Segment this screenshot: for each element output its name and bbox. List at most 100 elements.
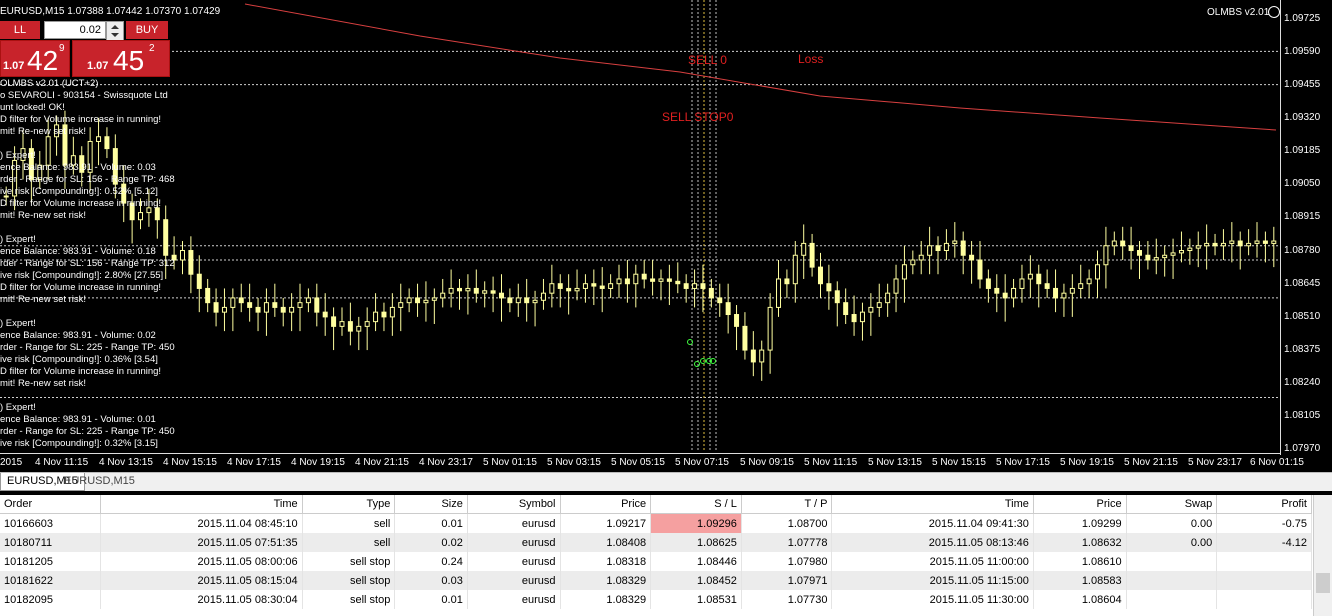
- candlestick: [725, 283, 731, 334]
- candlestick: [507, 288, 513, 313]
- buy-quote-prefix: 1.07: [87, 60, 109, 72]
- column-header[interactable]: Size: [394, 495, 468, 514]
- order-row[interactable]: 10182095 2015.11.05 08:30:04 sell stop 0.01…: [0, 590, 1312, 609]
- candlestick: [255, 297, 261, 332]
- order-row[interactable]: 10181622 2015.11.05 08:15:04 sell stop 0.03…: [0, 571, 1312, 590]
- candlestick: [960, 231, 966, 275]
- order-cell: 2015.11.05 11:00:00: [831, 552, 1034, 571]
- candlestick: [490, 276, 496, 313]
- one-click-trading-panel: LL 0.02 BUY 1.07 42 9 1.07 45 2: [0, 19, 170, 77]
- column-header[interactable]: Price: [560, 495, 652, 514]
- price-tick-label: 1.08240: [1284, 376, 1321, 388]
- ea-comment-line: ive risk [Compounding!]: 0.36% [3.54]: [0, 354, 158, 365]
- candlestick: [792, 241, 798, 303]
- candlestick: [851, 295, 857, 336]
- lot-size-input[interactable]: 0.02: [44, 21, 106, 39]
- ea-comment-line: o SEVAROLI - 903154 - Swissquote Ltd: [0, 90, 168, 101]
- candlestick: [221, 288, 227, 332]
- sell-quote-fraction: 9: [59, 43, 65, 54]
- price-chart[interactable]: [0, 0, 1280, 453]
- candlestick: [868, 293, 874, 336]
- order-cell: 0.01: [394, 590, 468, 609]
- price-tick-label: 1.08645: [1284, 277, 1321, 289]
- order-cell: 2015.11.05 08:00:06: [100, 552, 303, 571]
- sell-quote-button[interactable]: 1.07 42 9: [0, 40, 70, 77]
- candlestick: [624, 260, 630, 303]
- column-header[interactable]: Time: [100, 495, 303, 514]
- trend-line[interactable]: [244, 3, 1277, 131]
- candlestick: [238, 283, 244, 313]
- candlestick: [305, 288, 311, 313]
- ea-comment-line: D filter for Volume increase in running!: [0, 198, 162, 209]
- buy-quote-button[interactable]: 1.07 45 2: [72, 40, 170, 77]
- ea-comment-line: mit! Re-new set risk!: [0, 378, 87, 389]
- candlestick: [1044, 269, 1050, 298]
- candlestick: [1086, 269, 1092, 298]
- trade-marker[interactable]: [700, 358, 706, 364]
- chart-symbol-info: EURUSD,M15 1.07388 1.07442 1.07370 1.074…: [0, 6, 221, 17]
- price-tick-label: 1.09320: [1284, 112, 1321, 124]
- order-cell: 0.02: [394, 533, 468, 552]
- time-tick-label: 5 Nov 19:15: [1060, 457, 1114, 468]
- column-header[interactable]: Time: [831, 495, 1034, 514]
- order-cell: 1.08625: [650, 533, 742, 552]
- candlestick: [373, 293, 379, 332]
- order-cell: 10180711: [0, 533, 102, 552]
- order-row[interactable]: 10180711 2015.11.05 07:51:35 sell 0.02 eurus…: [0, 533, 1312, 552]
- time-tick-label: 5 Nov 23:17: [1188, 457, 1242, 468]
- orders-table: Order Time Type Size Symbol Price S / LT / P Ti…: [0, 495, 1312, 609]
- order-cell: sell stop: [302, 552, 396, 571]
- column-header[interactable]: S / L: [650, 495, 742, 514]
- column-header[interactable]: Swap: [1126, 495, 1218, 514]
- time-tick-label: 2015: [0, 457, 23, 468]
- order-cell: 2015.11.04 08:45:10: [100, 513, 303, 533]
- time-tick-label: 4 Nov 13:15: [99, 457, 153, 468]
- orders-scrollbar[interactable]: [1313, 495, 1332, 616]
- order-cell: -4.12: [1216, 533, 1312, 552]
- candlestick: [457, 278, 463, 310]
- order-cell: eurusd: [467, 552, 561, 571]
- order-cell: [1126, 571, 1218, 590]
- column-header[interactable]: Symbol: [467, 495, 561, 514]
- column-header[interactable]: Price: [1033, 495, 1127, 514]
- smiley-icon: [1268, 6, 1280, 18]
- column-header[interactable]: Order: [0, 495, 102, 514]
- candlestick: [885, 283, 891, 317]
- tab-chart-inactive[interactable]: EURUSD,M15: [58, 473, 141, 490]
- candlestick: [230, 288, 236, 332]
- candlestick: [440, 278, 446, 308]
- order-row[interactable]: 10181205 2015.11.05 08:00:06 sell stop 0.24…: [0, 552, 1312, 571]
- candlestick: [515, 283, 521, 317]
- scrollbar-thumb[interactable]: [1316, 573, 1330, 593]
- candlestick: [1019, 264, 1025, 303]
- candlestick: [943, 229, 949, 260]
- time-tick-label: 4 Nov 15:15: [163, 457, 217, 468]
- candlestick: [1220, 229, 1226, 260]
- candlestick: [759, 340, 765, 381]
- ea-comment-line: mit! Re-new set risk!: [0, 294, 87, 305]
- chart-area[interactable]: EURUSD,M15 1.07388 1.07442 1.07370 1.074…: [0, 0, 1332, 470]
- buy-button[interactable]: BUY: [126, 21, 168, 39]
- candlestick: [549, 264, 555, 308]
- price-tick-label: 1.08510: [1284, 310, 1321, 322]
- trade-marker[interactable]: [694, 361, 700, 367]
- order-cell: 1.08446: [650, 552, 742, 571]
- ea-comment-line: ive risk [Compounding!]: 0.52% [5.12]: [0, 186, 158, 197]
- order-cell: [1216, 571, 1312, 590]
- sell-button[interactable]: LL: [0, 21, 40, 39]
- order-cell: 1.08610: [1033, 552, 1127, 571]
- order-row[interactable]: 10166603 2015.11.04 08:45:10 sell 0.01 eurus…: [0, 513, 1312, 533]
- column-header[interactable]: Type: [302, 495, 396, 514]
- ea-comment-line: ) Expert!: [0, 318, 36, 329]
- candlestick: [952, 222, 958, 258]
- column-header[interactable]: T / P: [741, 495, 833, 514]
- candlestick: [834, 281, 840, 327]
- order-cell: 2015.11.05 07:51:35: [100, 533, 303, 552]
- ea-comment-line: ence Balance: 983.91 - Volume: 0.01: [0, 414, 156, 425]
- order-cell: 1.08632: [1033, 533, 1127, 552]
- candlestick: [205, 278, 211, 313]
- time-tick-label: 4 Nov 19:15: [291, 457, 345, 468]
- candlestick: [1229, 222, 1235, 263]
- lot-stepper-icon[interactable]: [106, 21, 124, 41]
- column-header[interactable]: Profit: [1216, 495, 1312, 514]
